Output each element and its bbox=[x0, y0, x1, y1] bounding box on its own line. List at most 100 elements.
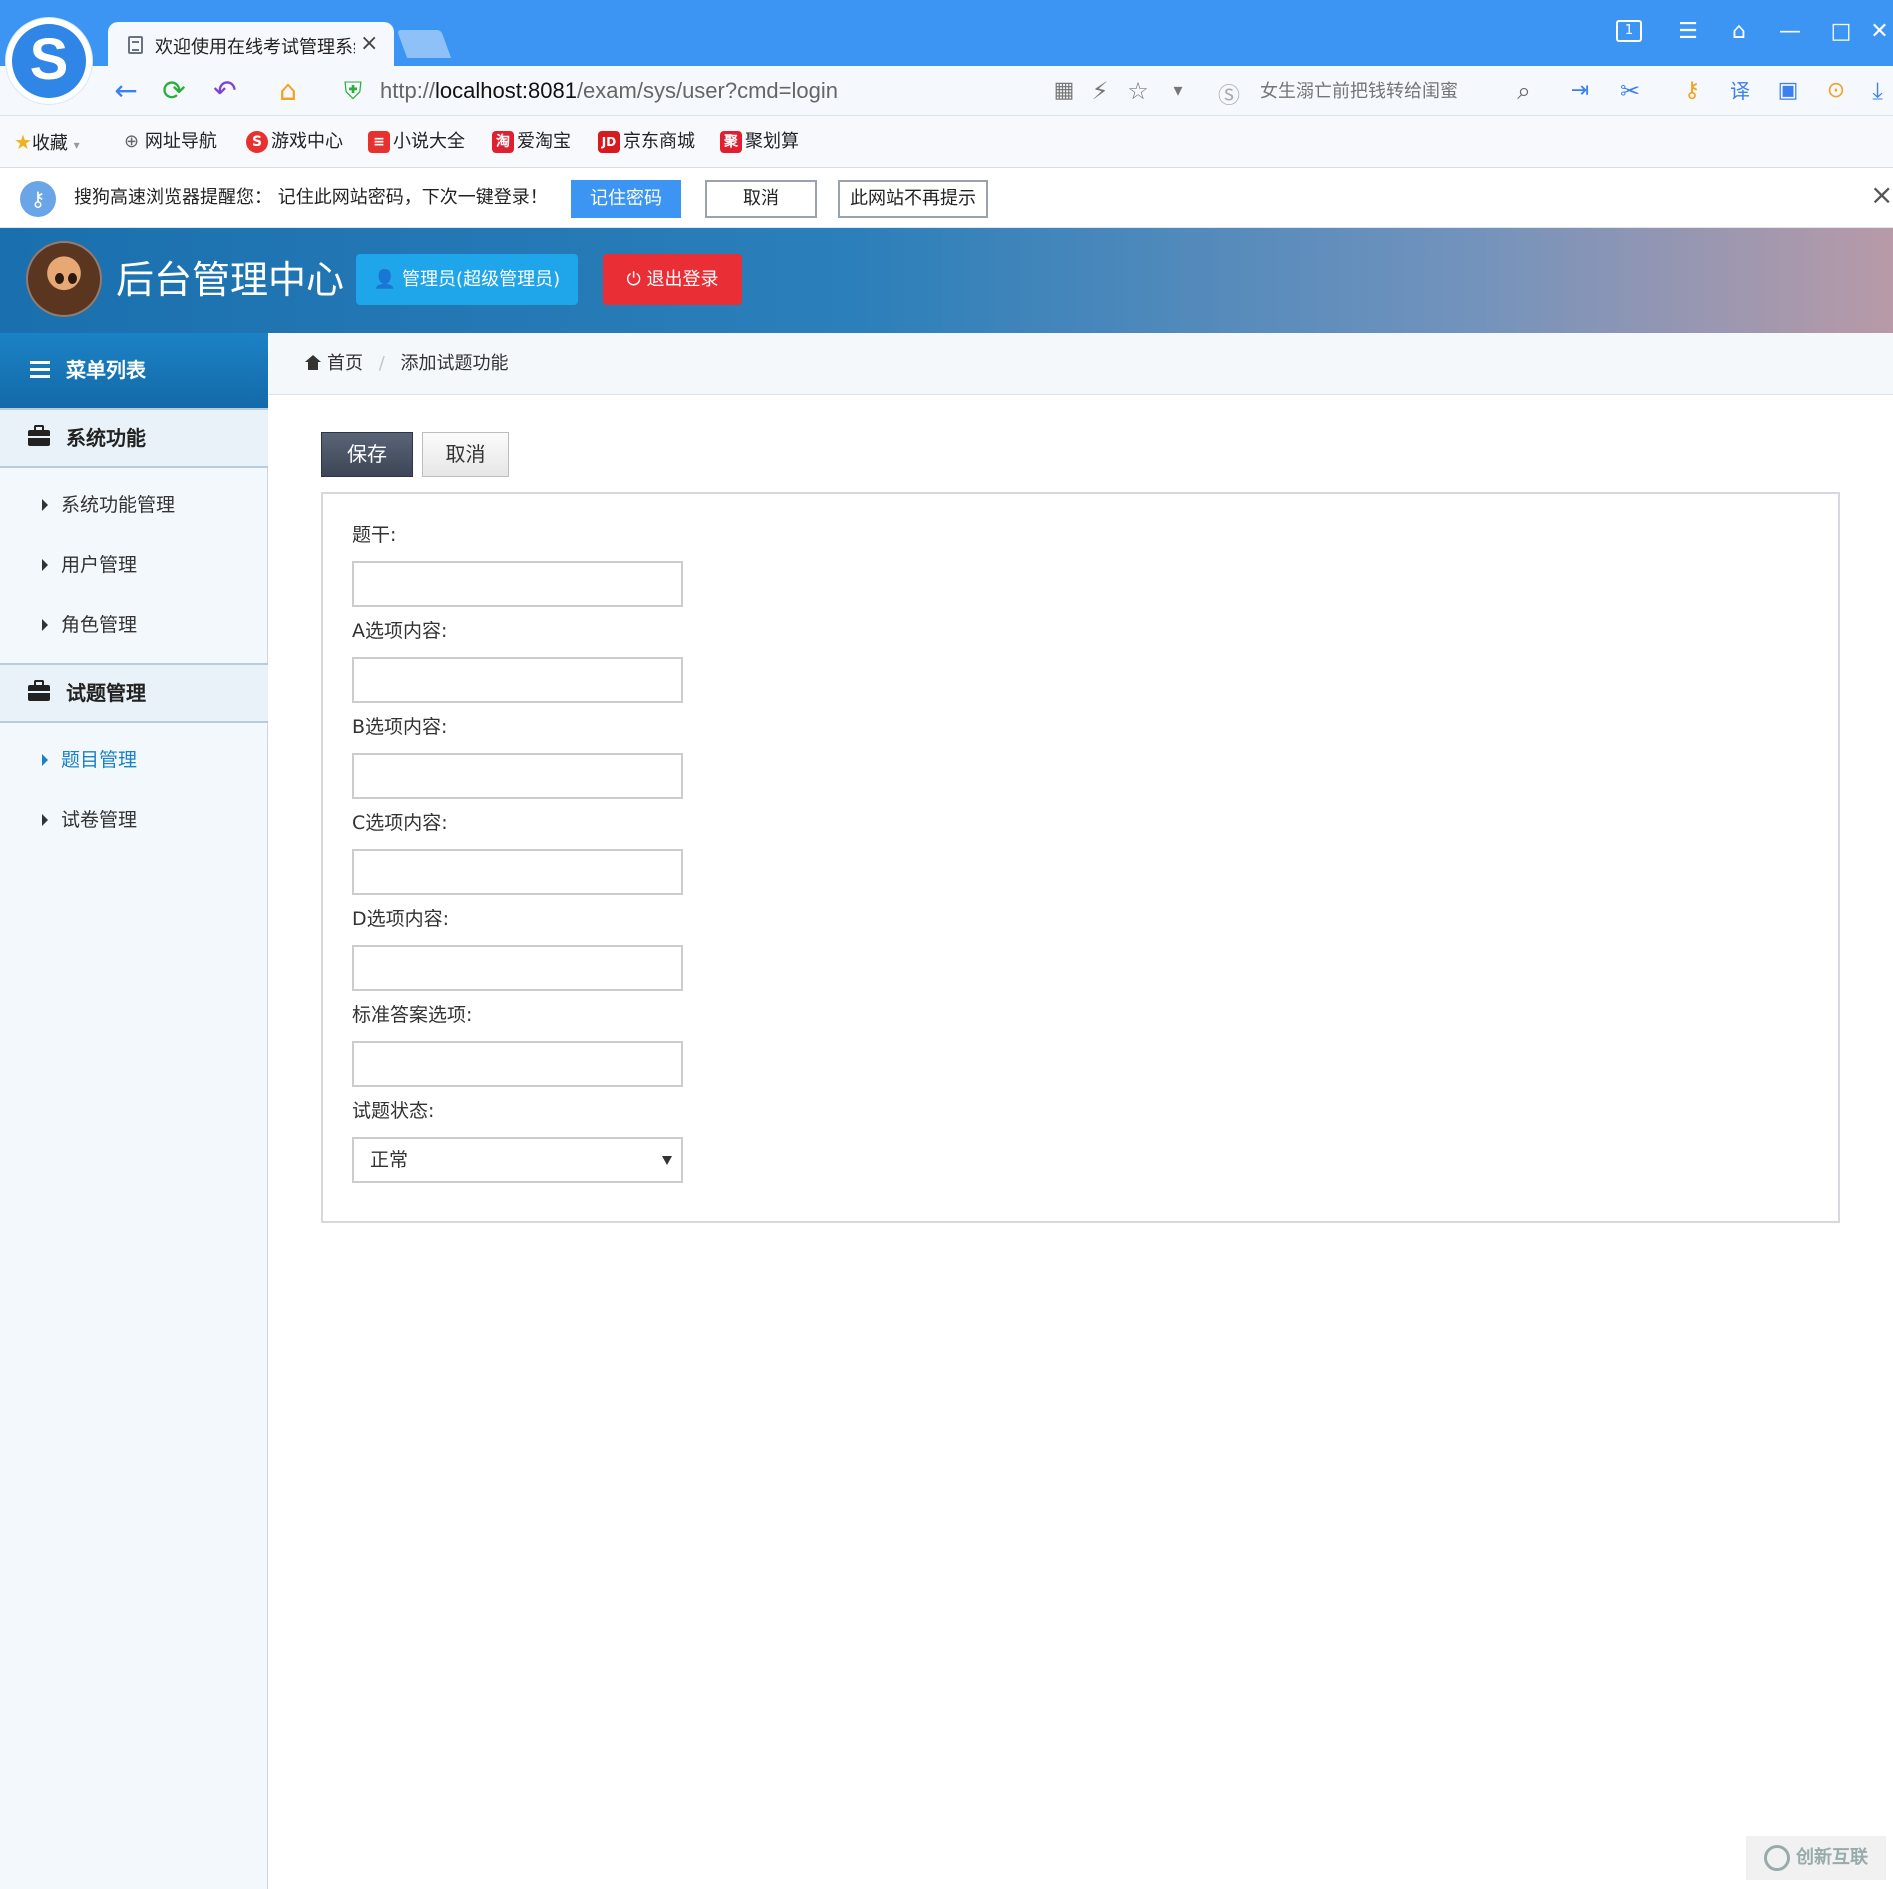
taobao-icon: 淘 bbox=[492, 131, 514, 153]
page-title: 后台管理中心 bbox=[116, 258, 345, 302]
sidebar-group-system[interactable]: 系统功能 bbox=[0, 408, 268, 468]
search-box[interactable]: Ⓢ bbox=[1200, 74, 1540, 109]
briefcase-icon bbox=[28, 680, 50, 701]
chevron-down-icon: ▾ bbox=[73, 138, 80, 152]
option-c-label: C选项内容: bbox=[352, 812, 448, 834]
status-label: 试题状态: bbox=[352, 1100, 435, 1122]
bookmark-jd[interactable]: JD 京东商城 bbox=[598, 116, 695, 168]
stem-label: 题干: bbox=[352, 524, 397, 546]
url-path: /exam/sys/user?cmd=login bbox=[576, 78, 838, 103]
tab-title: 欢迎使用在线考试管理系统 bbox=[155, 37, 355, 57]
search-input[interactable] bbox=[1200, 74, 1540, 108]
breadcrumb-home[interactable]: 首页 bbox=[305, 353, 363, 374]
url-prefix: http:// bbox=[380, 78, 436, 103]
home-icon[interactable]: ⌂ bbox=[268, 66, 308, 116]
download-icon[interactable]: ⤓ bbox=[1862, 66, 1893, 116]
cancel-button[interactable]: 取消 bbox=[422, 432, 509, 477]
answer-input[interactable] bbox=[352, 1041, 683, 1087]
caret-right-icon bbox=[42, 754, 48, 766]
admin-user-button[interactable]: 👤 管理员(超级管理员) bbox=[356, 254, 578, 305]
sidebar-item-users[interactable]: 用户管理 bbox=[0, 540, 268, 590]
back-icon[interactable]: ← bbox=[106, 66, 146, 116]
caret-right-icon bbox=[42, 499, 48, 511]
key-icon: ⚷ bbox=[20, 181, 56, 217]
briefcase-icon bbox=[28, 425, 50, 446]
never-remind-button[interactable]: 此网站不再提示 bbox=[838, 180, 988, 218]
save-button[interactable]: 保存 bbox=[321, 432, 413, 477]
menu-icon[interactable]: ☰ bbox=[1668, 14, 1708, 50]
reminder-text: 搜狗高速浏览器提醒您： 记住此网站密码，下次一键登录！ bbox=[74, 187, 548, 208]
sidebar-menu-title: 菜单列表 bbox=[0, 333, 268, 408]
window-count-icon[interactable]: 1 bbox=[1616, 20, 1642, 42]
search-icon[interactable]: ⌕ bbox=[1504, 66, 1544, 116]
sidebar-item-questions[interactable]: 题目管理 bbox=[0, 735, 268, 785]
lightning-icon[interactable]: ⚡ bbox=[1080, 66, 1120, 116]
sidebar-item-roles[interactable]: 角色管理 bbox=[0, 600, 268, 650]
bookmark-novels[interactable]: ≡ 小说大全 bbox=[368, 116, 465, 168]
scissors-icon[interactable]: ✂ bbox=[1610, 66, 1650, 116]
question-form: 题干: A选项内容: B选项内容: C选项内容: D选项内容: 标准答案选项: … bbox=[321, 492, 1840, 1223]
maximize-icon[interactable]: □ bbox=[1821, 14, 1861, 50]
shield-icon: ⛨ bbox=[344, 77, 362, 105]
page-icon bbox=[128, 36, 143, 54]
star-icon[interactable]: ☆ bbox=[1118, 66, 1158, 116]
globe-icon: ⊕ bbox=[124, 131, 140, 152]
password-reminder-bar: ⚷ 搜狗高速浏览器提醒您： 记住此网站密码，下次一键登录！ 记住密码 取消 此网… bbox=[0, 168, 1893, 228]
app-header: 后台管理中心 👤 管理员(超级管理员) ⏻ 退出登录 bbox=[0, 228, 1893, 333]
watermark-logo: 创新互联 bbox=[1746, 1836, 1886, 1880]
sidebar-item-system-function[interactable]: 系统功能管理 bbox=[0, 480, 268, 530]
option-a-label: A选项内容: bbox=[352, 620, 448, 642]
power-icon: ⏻ bbox=[626, 269, 641, 290]
star-icon: ★ bbox=[14, 130, 32, 154]
skin-icon[interactable]: ⌂ bbox=[1719, 14, 1759, 50]
caret-right-icon bbox=[42, 619, 48, 631]
address-bar[interactable]: http://localhost:8081/exam/sys/user?cmd=… bbox=[380, 74, 1040, 108]
url-host: localhost:8081 bbox=[435, 78, 577, 103]
bookmark-games[interactable]: S 游戏中心 bbox=[246, 116, 343, 168]
chevron-down-icon[interactable]: ▾ bbox=[1158, 66, 1198, 116]
close-window-icon[interactable]: ✕ bbox=[1866, 14, 1893, 50]
browser-tab[interactable]: 欢迎使用在线考试管理系统 × bbox=[108, 22, 394, 66]
sogou-logo-icon[interactable]: S bbox=[6, 18, 92, 104]
sidebar-group-exam[interactable]: 试题管理 bbox=[0, 663, 268, 723]
option-b-input[interactable] bbox=[352, 753, 683, 799]
breadcrumb-separator: / bbox=[378, 353, 385, 374]
sidebar-item-papers[interactable]: 试卷管理 bbox=[0, 795, 268, 845]
chevron-down-icon bbox=[662, 1156, 672, 1165]
list-icon bbox=[30, 361, 50, 379]
option-d-input[interactable] bbox=[352, 945, 683, 991]
refresh-icon[interactable]: ⟳ bbox=[154, 66, 194, 116]
book-icon: ≡ bbox=[368, 131, 390, 153]
logout-button[interactable]: ⏻ 退出登录 bbox=[603, 254, 742, 305]
watermark-icon bbox=[1764, 1845, 1790, 1871]
reader-icon[interactable]: ▣ bbox=[1768, 66, 1808, 116]
browser-navbar: ← ⟳ ↶ ⌂ ⛨ http://localhost:8081/exam/sys… bbox=[0, 66, 1893, 116]
sogou-search-icon: Ⓢ bbox=[1218, 84, 1241, 109]
remember-password-button[interactable]: 记住密码 bbox=[571, 180, 681, 218]
status-select[interactable]: 正常 bbox=[352, 1137, 683, 1183]
minimize-icon[interactable]: — bbox=[1770, 14, 1810, 50]
option-a-input[interactable] bbox=[352, 657, 683, 703]
cancel-reminder-button[interactable]: 取消 bbox=[705, 180, 817, 218]
login-icon[interactable]: ⇥ bbox=[1560, 66, 1600, 116]
bookmark-juhuasuan[interactable]: 聚聚划算 bbox=[720, 116, 799, 168]
user-icon: 👤 bbox=[373, 269, 397, 290]
option-b-label: B选项内容: bbox=[352, 716, 448, 738]
answer-label: 标准答案选项: bbox=[352, 1004, 473, 1026]
bookmark-favorites[interactable]: ★收藏 ▾ bbox=[14, 116, 80, 168]
stem-input[interactable] bbox=[352, 561, 683, 607]
breadcrumb: 首页 / 添加试题功能 bbox=[269, 333, 1893, 395]
key-icon[interactable]: ⚷ bbox=[1672, 66, 1712, 116]
close-icon[interactable]: × bbox=[1870, 178, 1893, 211]
option-c-input[interactable] bbox=[352, 849, 683, 895]
qrcode-icon[interactable]: ▦ bbox=[1044, 66, 1084, 116]
translate-icon[interactable]: 译 bbox=[1720, 66, 1760, 116]
undo-icon[interactable]: ↶ bbox=[205, 66, 245, 116]
bookmark-nav[interactable]: ⊕ 网址导航 bbox=[124, 116, 217, 168]
caret-right-icon bbox=[42, 814, 48, 826]
caret-right-icon bbox=[42, 559, 48, 571]
status-selected-value: 正常 bbox=[370, 1149, 409, 1171]
bookmark-taobao[interactable]: 淘爱淘宝 bbox=[492, 116, 571, 168]
more-icon[interactable]: ⊙ bbox=[1816, 66, 1856, 116]
tab-close-icon[interactable]: × bbox=[360, 31, 378, 56]
